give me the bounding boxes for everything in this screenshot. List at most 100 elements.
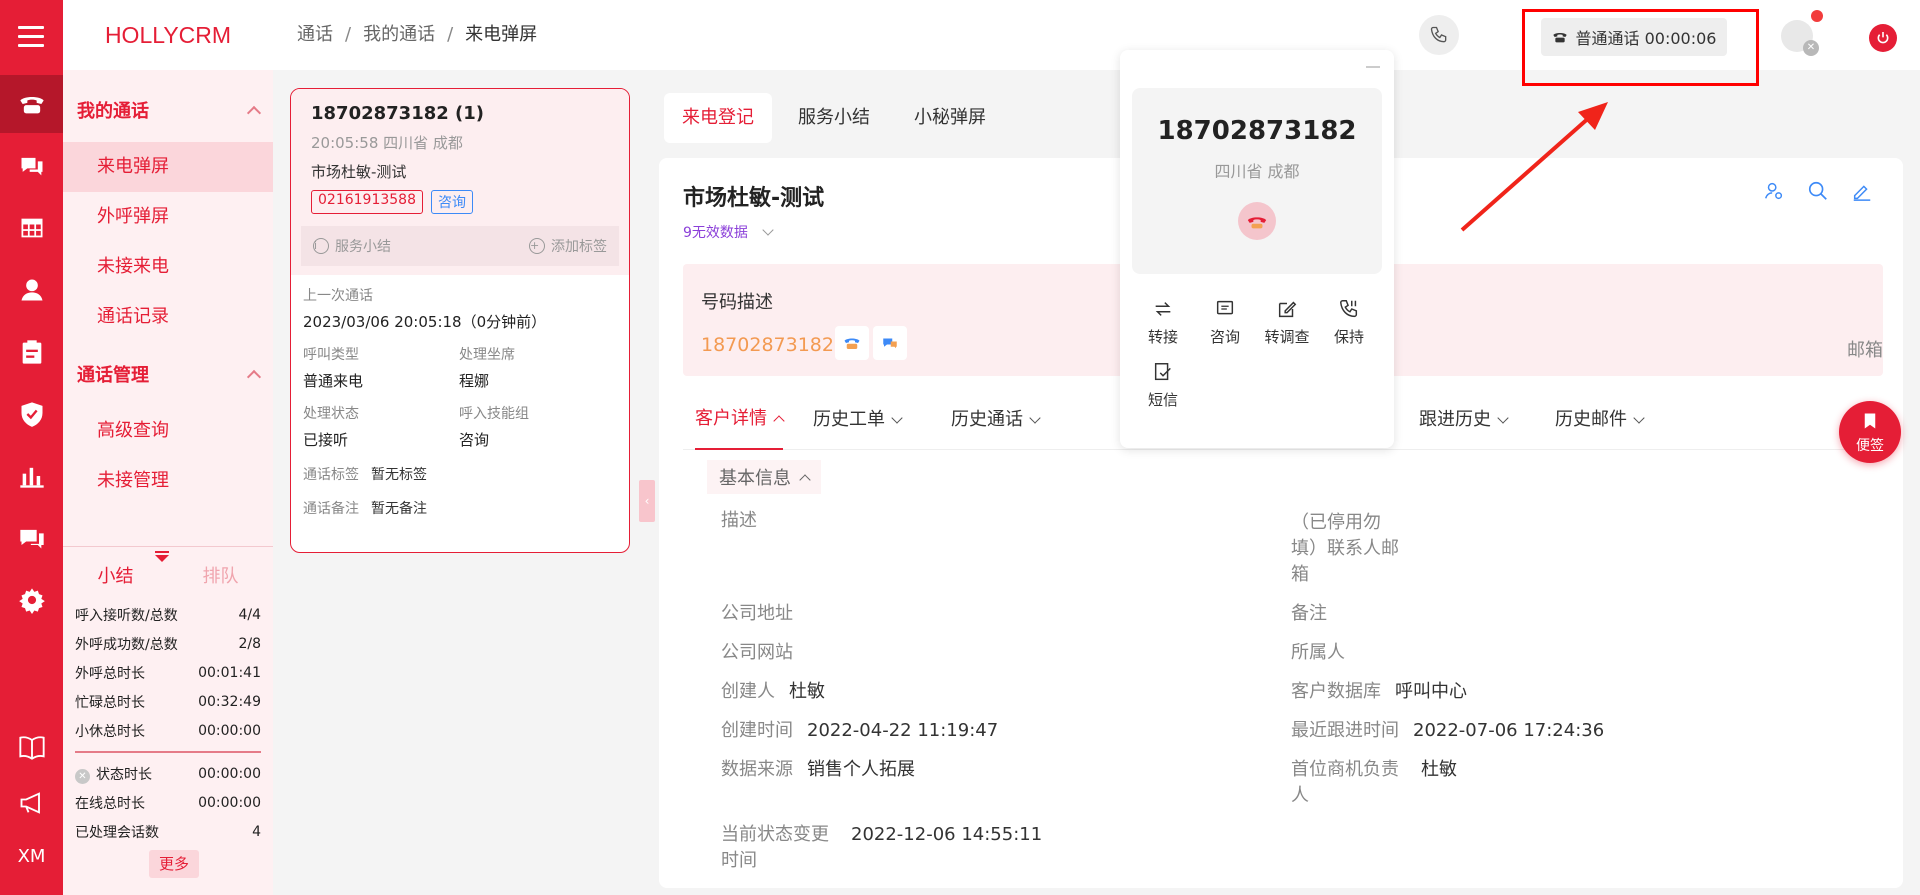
chevron-down-icon [762, 224, 774, 236]
menu-icon[interactable] [18, 26, 44, 48]
email-label: 邮箱 [1847, 340, 1883, 361]
sms-button[interactable]: 短信 [1132, 361, 1194, 410]
tab-customer-details[interactable]: 客户详情 [695, 390, 785, 450]
stats-list: 呼入接听数/总数 4/4 外呼成功数/总数 2/8 外呼总时长 00:01:41 忙碌… [63, 600, 273, 846]
skill-group-value: 咨询 [459, 431, 490, 449]
invalid-data-dropdown[interactable]: 9无效数据 [683, 222, 774, 242]
popup-number: 18702873182 [1157, 116, 1357, 146]
nav-item-advanced-search[interactable]: 高级查询 [63, 406, 273, 456]
messages-icon[interactable] [0, 509, 63, 567]
nav-item-missed-calls[interactable]: 未接来电 [63, 242, 273, 292]
minimize-button[interactable] [1366, 66, 1380, 68]
bar-chart-icon[interactable] [0, 447, 63, 505]
annotation-arrow [1460, 102, 1608, 232]
transfer-button[interactable]: 转接 [1132, 298, 1194, 347]
caller-number: 18702873182 (1) [311, 103, 485, 124]
tab-secretary-popup[interactable]: 小秘弹屏 [896, 93, 1004, 143]
basic-info-section-toggle[interactable]: 基本信息 [707, 460, 821, 494]
nav-group-call-management[interactable]: 通话管理 [63, 342, 273, 406]
shield-icon[interactable] [0, 385, 63, 443]
sticky-note-button[interactable]: 便签 [1839, 401, 1901, 463]
chevron-up-icon [246, 105, 262, 121]
chevron-down-icon [891, 411, 903, 424]
stat-row: 呼入接听数/总数 4/4 [75, 606, 261, 624]
clipboard-icon[interactable] [0, 323, 63, 381]
info-icon: i [313, 238, 329, 254]
call-button[interactable] [835, 326, 869, 360]
book-icon[interactable] [0, 718, 63, 776]
seat-label: 处理坐席 [459, 347, 515, 363]
tab-summary[interactable]: 小结 [63, 547, 168, 598]
more-button[interactable]: 更多 [149, 850, 199, 878]
grid-icon[interactable] [0, 199, 63, 257]
customer-phone-number[interactable]: 18702873182 [701, 334, 834, 356]
phone-icon [1430, 26, 1447, 43]
field-company-website: 公司网站 [721, 642, 793, 663]
tab-history-emails[interactable]: 历史邮件 [1555, 390, 1645, 450]
breadcrumb-item[interactable]: 通话 [297, 24, 333, 45]
chevron-up-icon [773, 415, 785, 427]
message-icon [883, 338, 897, 349]
user-initials[interactable]: XM [0, 846, 63, 867]
phone-icon[interactable] [0, 75, 63, 133]
close-icon[interactable]: ✕ [1803, 40, 1819, 56]
tab-queue[interactable]: 排队 [168, 547, 273, 598]
service-summary-button[interactable]: i 服务小结 [313, 236, 391, 256]
tab-service-summary[interactable]: 服务小结 [780, 93, 888, 143]
nav-item-incoming-popup[interactable]: 来电弹屏 [63, 142, 273, 192]
consult-button[interactable]: 咨询 [1194, 298, 1256, 347]
tab-call-registration[interactable]: 来电登记 [664, 93, 772, 143]
power-button[interactable] [1869, 24, 1897, 52]
sms-button[interactable] [873, 326, 907, 360]
status-value: 已接听 [303, 431, 349, 449]
popup-location: 四川省 成都 [1214, 162, 1300, 181]
chat-icon[interactable] [0, 137, 63, 195]
sms-icon [1154, 363, 1171, 381]
stat-row: 已处理会话数 4 [75, 823, 261, 841]
field-deprecated-email: （已停用勿 填）联系人邮箱 [1291, 512, 1399, 585]
collapse-panel-handle[interactable]: ‹ [639, 480, 655, 522]
nav-item-missed-management[interactable]: 未接管理 [63, 456, 273, 506]
user-icon[interactable] [0, 261, 63, 319]
tab-history-tickets[interactable]: 历史工单 [813, 390, 903, 450]
gear-icon[interactable] [0, 571, 63, 629]
plus-icon: + [529, 238, 545, 254]
field-owner: 所属人 [1291, 642, 1345, 663]
chevron-down-icon [1633, 411, 1645, 424]
bookmark-icon [1864, 413, 1876, 429]
customer-name: 市场杜敏-测试 [683, 186, 825, 211]
nav-panel: HOLLYCRM 我的通话 来电弹屏 外呼弹屏 未接来电 通话记录 通话管理 高… [63, 0, 273, 895]
call-type-label: 呼叫类型 [303, 347, 359, 363]
transfer-survey-button[interactable]: 转调查 [1256, 298, 1318, 347]
nav-group-my-calls[interactable]: 我的通话 [63, 78, 273, 142]
megaphone-icon[interactable] [0, 774, 63, 832]
top-bar: 通话 / 我的通话 / 来电弹屏 普通通话 00:00:06 ✕ [273, 0, 1920, 86]
tab-history-calls[interactable]: 历史通话 [951, 390, 1041, 450]
call-card[interactable]: 18702873182 (1) 20:05:58 四川省 成都 市场杜敏-测试 … [290, 88, 630, 553]
power-icon [1877, 32, 1889, 44]
breadcrumb-item[interactable]: 我的通话 [363, 24, 435, 45]
notification-dot [1811, 10, 1823, 22]
search-icon[interactable] [1807, 180, 1829, 202]
call-type-value: 普通来电 [303, 372, 364, 390]
avatar[interactable]: ✕ [1781, 10, 1823, 56]
call-tag-value: 暂无标签 [371, 467, 427, 483]
close-icon[interactable]: ✕ [75, 768, 90, 784]
edit-icon[interactable] [1851, 180, 1873, 202]
stat-row: 外呼总时长 00:01:41 [75, 664, 261, 682]
field-description: 描述 [721, 510, 757, 531]
hold-button[interactable]: 保持 [1318, 298, 1380, 347]
stat-row: 在线总时长 00:00:00 [75, 794, 261, 812]
nav-item-outbound-popup[interactable]: 外呼弹屏 [63, 192, 273, 242]
nav-item-call-records[interactable]: 通话记录 [63, 292, 273, 342]
hangup-button[interactable] [1238, 202, 1276, 240]
last-call-label: 上一次通话 [303, 288, 373, 304]
add-tag-button[interactable]: + 添加标签 [529, 236, 607, 256]
edit-icon [1278, 301, 1297, 318]
tab-follow-history[interactable]: 跟进历史 [1419, 390, 1509, 450]
message-icon [1216, 300, 1234, 315]
field-customer-database: 客户数据库 呼叫中心 [1291, 681, 1467, 702]
dialpad-button[interactable] [1419, 15, 1459, 55]
chevron-up-icon [799, 473, 811, 486]
user-settings-icon[interactable] [1763, 180, 1785, 202]
